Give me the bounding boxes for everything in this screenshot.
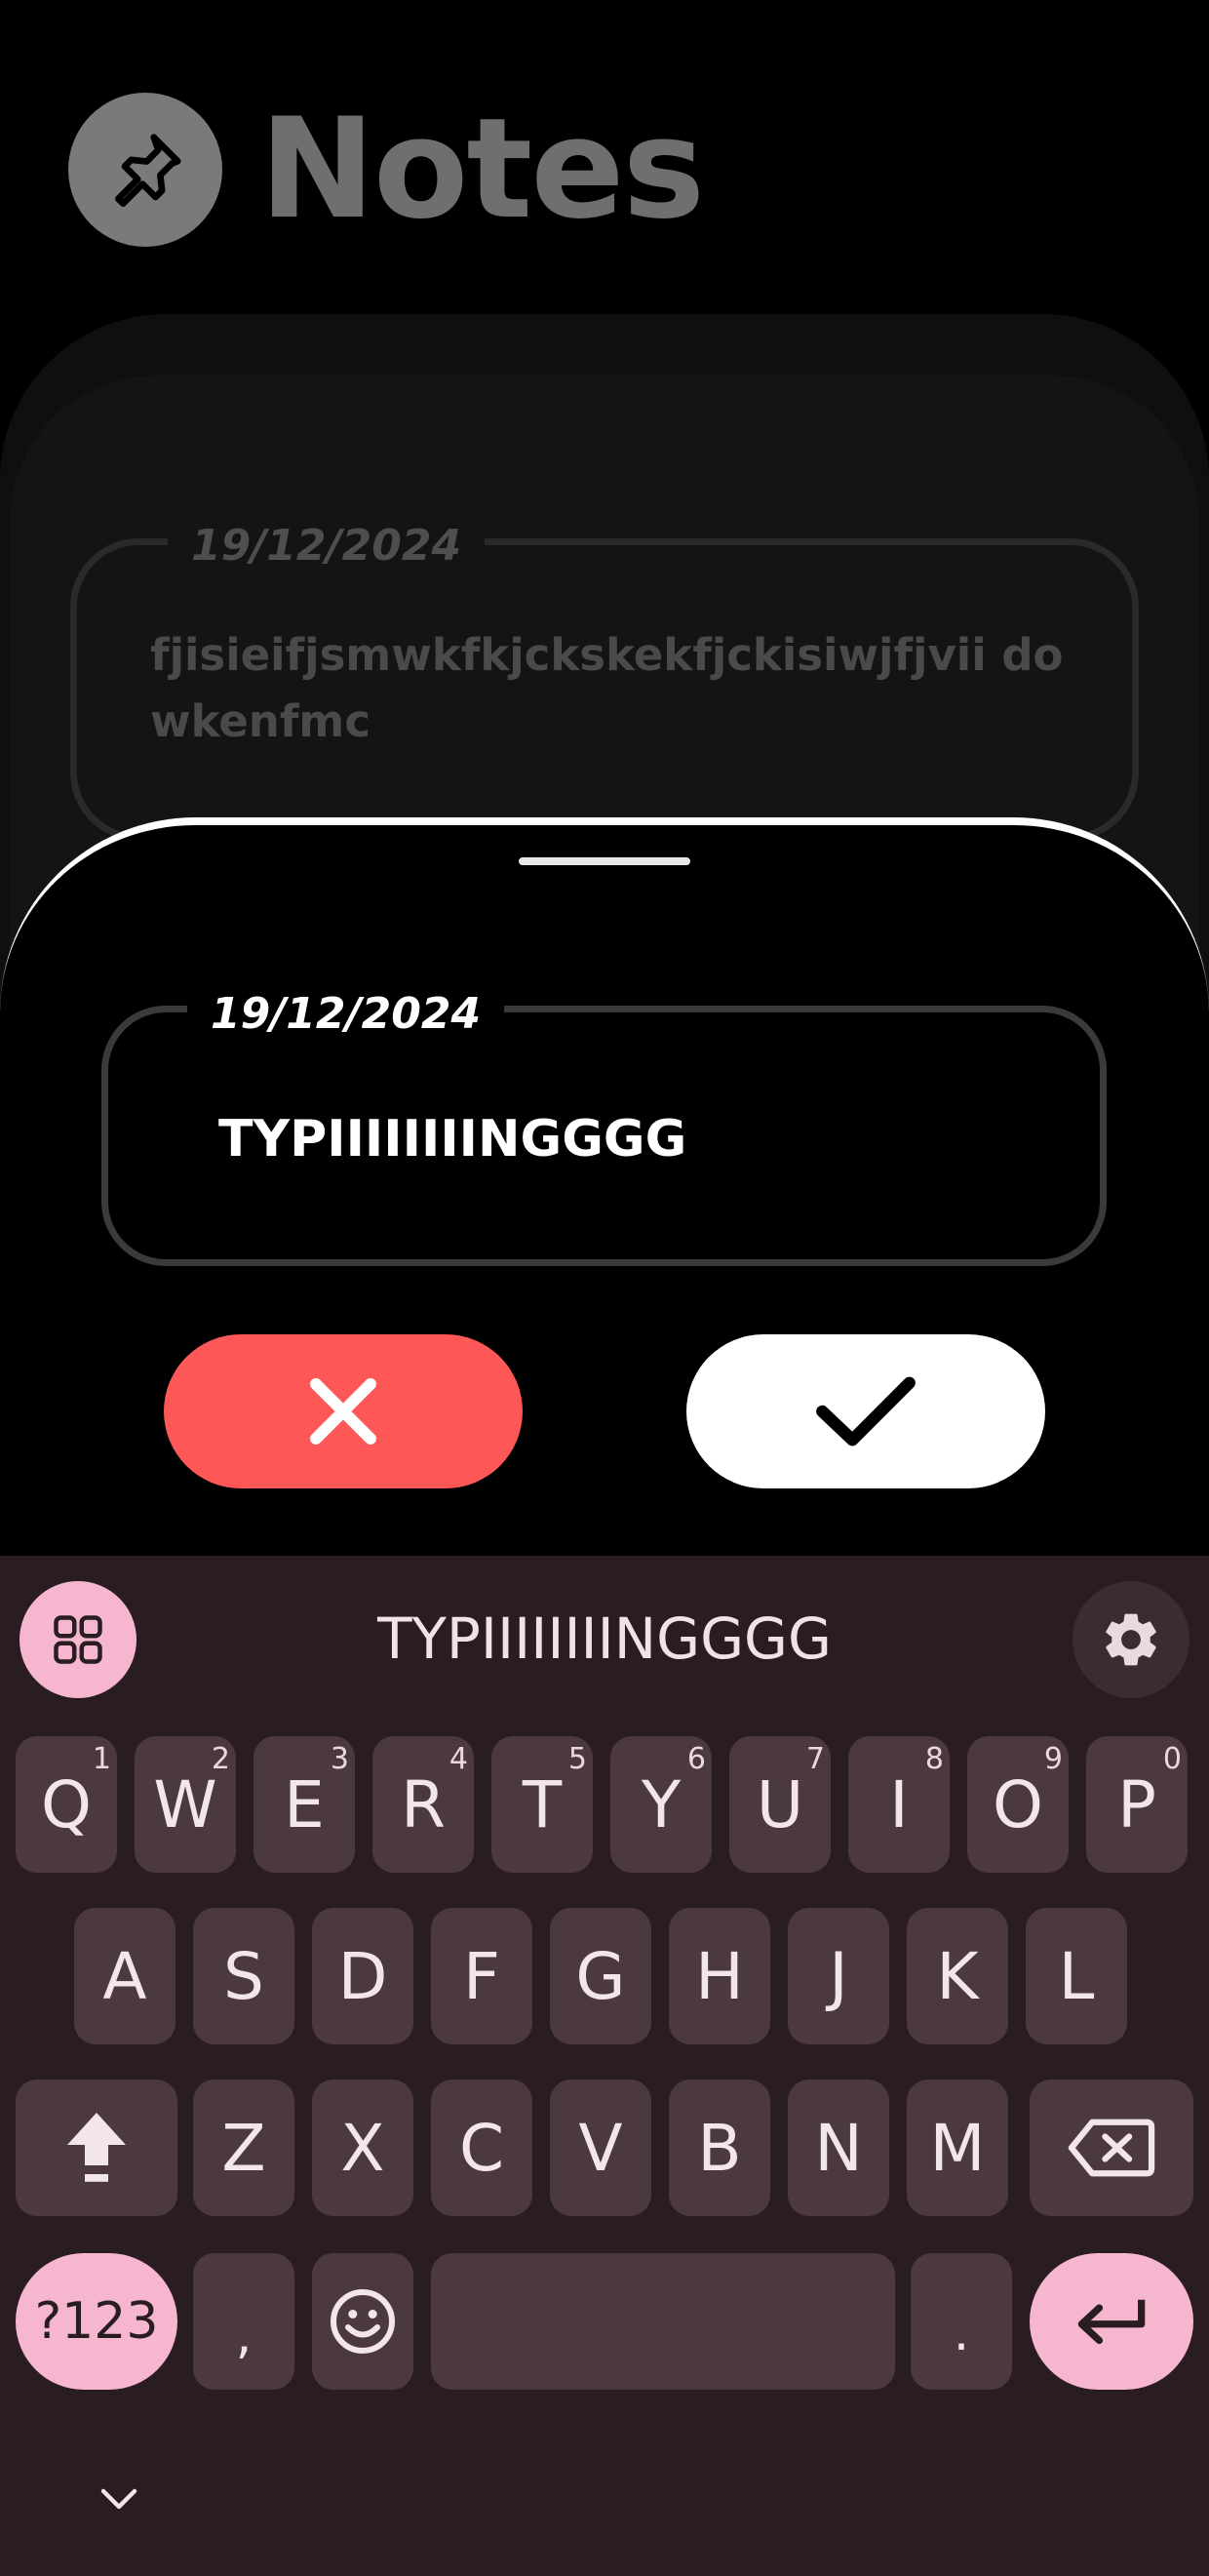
key-label: U bbox=[756, 1766, 804, 1843]
key-k[interactable]: K bbox=[907, 1908, 1008, 2044]
key-h[interactable]: H bbox=[669, 1908, 770, 2044]
suggestion-chip[interactable]: TYPIIIIIIIINGGGG bbox=[176, 1595, 1034, 1683]
key-u[interactable]: U7 bbox=[729, 1736, 831, 1873]
key-label: Q bbox=[41, 1766, 92, 1843]
key-i[interactable]: I8 bbox=[848, 1736, 950, 1873]
key-z[interactable]: Z bbox=[193, 2080, 294, 2216]
soft-keyboard: TYPIIIIIIIINGGGG bbox=[0, 1556, 1209, 2576]
backspace-icon bbox=[1068, 2119, 1155, 2177]
key-m[interactable]: M bbox=[907, 2080, 1008, 2216]
key-hint: 5 bbox=[567, 1742, 587, 1776]
key-n[interactable]: N bbox=[788, 2080, 889, 2216]
key-label: X bbox=[340, 2110, 385, 2186]
key-label: D bbox=[337, 1938, 388, 2014]
key-y[interactable]: Y6 bbox=[610, 1736, 712, 1873]
note-text: fjisieifjsmwkfkjckskekfjckisiwjfjvii dow… bbox=[150, 629, 1064, 747]
period-key[interactable]: . bbox=[911, 2253, 1012, 2390]
app-header: Notes bbox=[68, 89, 705, 250]
key-label: Z bbox=[221, 2110, 266, 2186]
key-j[interactable]: J bbox=[788, 1908, 889, 2044]
key-label: W bbox=[153, 1766, 217, 1843]
grid-icon bbox=[54, 1615, 102, 1664]
emoji-icon bbox=[331, 2289, 395, 2354]
keyboard-settings-button[interactable] bbox=[1072, 1581, 1190, 1698]
key-hint: 0 bbox=[1162, 1742, 1182, 1776]
page-title: Notes bbox=[259, 89, 705, 250]
enter-key[interactable] bbox=[1030, 2253, 1193, 2390]
key-q[interactable]: Q1 bbox=[16, 1736, 117, 1873]
pin-button[interactable] bbox=[68, 93, 222, 247]
edit-note-date: 19/12/2024 bbox=[187, 983, 505, 1046]
key-hint: 1 bbox=[92, 1742, 111, 1776]
key-hint: 6 bbox=[686, 1742, 706, 1776]
key-p[interactable]: P0 bbox=[1086, 1736, 1188, 1873]
key-hint: 4 bbox=[448, 1742, 468, 1776]
enter-icon bbox=[1077, 2299, 1146, 2345]
key-label: , bbox=[235, 2307, 253, 2365]
key-label: H bbox=[695, 1938, 744, 2014]
key-label: F bbox=[463, 1938, 500, 2014]
key-label: T bbox=[522, 1766, 563, 1843]
backspace-key[interactable] bbox=[1030, 2080, 1193, 2216]
key-label: B bbox=[697, 2110, 742, 2186]
key-label: ?123 bbox=[34, 2292, 159, 2351]
key-label: K bbox=[936, 1938, 979, 2014]
key-label: I bbox=[889, 1766, 909, 1843]
key-d[interactable]: D bbox=[312, 1908, 413, 2044]
key-label: . bbox=[953, 2304, 970, 2362]
key-w[interactable]: W2 bbox=[135, 1736, 236, 1873]
emoji-key[interactable] bbox=[312, 2253, 413, 2390]
key-g[interactable]: G bbox=[550, 1908, 651, 2044]
key-hint: 8 bbox=[924, 1742, 944, 1776]
space-bar[interactable] bbox=[431, 2253, 895, 2390]
check-icon bbox=[816, 1376, 916, 1447]
pushpin-icon bbox=[115, 134, 181, 207]
key-v[interactable]: V bbox=[550, 2080, 651, 2216]
key-l[interactable]: L bbox=[1026, 1908, 1127, 2044]
key-label: O bbox=[993, 1766, 1043, 1843]
note-text-input[interactable] bbox=[218, 1100, 1057, 1178]
key-label: L bbox=[1058, 1938, 1095, 2014]
key-label: J bbox=[829, 1938, 848, 2014]
symbols-key[interactable]: ?123 bbox=[16, 2253, 177, 2390]
key-hint: 2 bbox=[211, 1742, 230, 1776]
note-date: 19/12/2024 bbox=[168, 515, 486, 577]
key-e[interactable]: E3 bbox=[254, 1736, 355, 1873]
keyboard-apps-button[interactable] bbox=[20, 1581, 136, 1698]
key-b[interactable]: B bbox=[669, 2080, 770, 2216]
sheet-drag-handle[interactable] bbox=[519, 857, 690, 865]
key-label: V bbox=[578, 2110, 623, 2186]
key-hint: 3 bbox=[330, 1742, 349, 1776]
key-label: G bbox=[575, 1938, 626, 2014]
key-s[interactable]: S bbox=[193, 1908, 294, 2044]
shift-key[interactable] bbox=[16, 2080, 177, 2216]
key-label: S bbox=[223, 1938, 264, 2014]
shift-icon bbox=[67, 2113, 126, 2182]
key-o[interactable]: O9 bbox=[967, 1736, 1069, 1873]
close-icon bbox=[310, 1378, 376, 1445]
key-x[interactable]: X bbox=[312, 2080, 413, 2216]
comma-key[interactable]: , bbox=[193, 2253, 294, 2390]
key-a[interactable]: A bbox=[74, 1908, 176, 2044]
key-label: M bbox=[929, 2110, 986, 2186]
key-hint: 9 bbox=[1043, 1742, 1063, 1776]
hide-keyboard-button[interactable] bbox=[98, 2477, 140, 2520]
key-t[interactable]: T5 bbox=[491, 1736, 593, 1873]
key-label: E bbox=[284, 1766, 325, 1843]
key-c[interactable]: C bbox=[431, 2080, 532, 2216]
gear-icon bbox=[1106, 1613, 1156, 1666]
key-hint: 7 bbox=[805, 1742, 825, 1776]
key-r[interactable]: R4 bbox=[372, 1736, 474, 1873]
chevron-down-icon bbox=[100, 2488, 137, 2510]
key-label: N bbox=[814, 2110, 863, 2186]
confirm-button[interactable] bbox=[686, 1334, 1045, 1488]
cancel-button[interactable] bbox=[164, 1334, 523, 1488]
key-label: Y bbox=[641, 1766, 682, 1843]
key-f[interactable]: F bbox=[431, 1908, 532, 2044]
key-label: P bbox=[1117, 1766, 1156, 1843]
key-label: R bbox=[401, 1766, 446, 1843]
keyboard-toolbar: TYPIIIIIIIINGGGG bbox=[0, 1556, 1209, 1702]
key-label: C bbox=[458, 2110, 505, 2186]
key-label: A bbox=[102, 1938, 147, 2014]
